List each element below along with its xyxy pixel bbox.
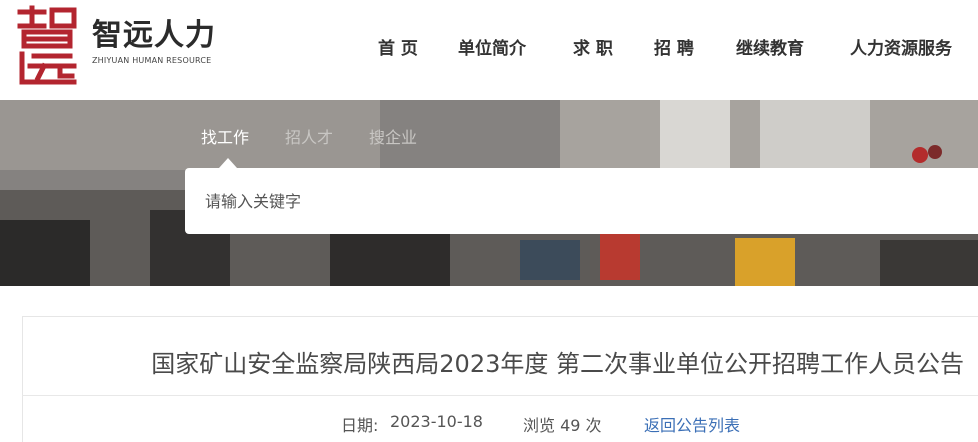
search-banner: 找工作 招人才 搜企业 [0, 100, 978, 286]
date-value: 2023-10-18 [390, 412, 483, 431]
tab-find-job[interactable]: 找工作 [201, 124, 249, 148]
article-card [22, 316, 978, 442]
active-tab-caret [219, 158, 237, 168]
nav-item-home[interactable]: 首 页 [378, 34, 418, 59]
date-label: 日期: [341, 416, 379, 435]
view-count: 浏览 49 次 [523, 416, 602, 435]
site-header: 智远人力 ZHIYUAN HUMAN RESOURCE 首 页 单位简介 求 职… [0, 0, 978, 100]
back-to-list-link[interactable]: 返回公告列表 [644, 412, 740, 436]
search-input[interactable] [185, 168, 945, 234]
nav-item-education[interactable]: 继续教育 [736, 34, 804, 59]
divider [22, 395, 978, 396]
tab-find-talent[interactable]: 招人才 [285, 124, 333, 148]
nav-item-about[interactable]: 单位简介 [458, 34, 526, 59]
tab-find-company[interactable]: 搜企业 [369, 124, 417, 148]
search-box [185, 168, 978, 234]
brand-name: 智远人力 [92, 18, 216, 53]
logo-icon[interactable] [14, 4, 80, 88]
nav-item-hr-services[interactable]: 人力资源服务 [850, 34, 952, 59]
brand-subtitle: ZHIYUAN HUMAN RESOURCE [92, 56, 212, 65]
article-title: 国家矿山安全监察局陕西局2023年度 第二次事业单位公开招聘工作人员公告 [151, 350, 964, 378]
nav-item-job-seeking[interactable]: 求 职 [573, 34, 613, 59]
nav-item-recruitment[interactable]: 招 聘 [654, 34, 694, 59]
